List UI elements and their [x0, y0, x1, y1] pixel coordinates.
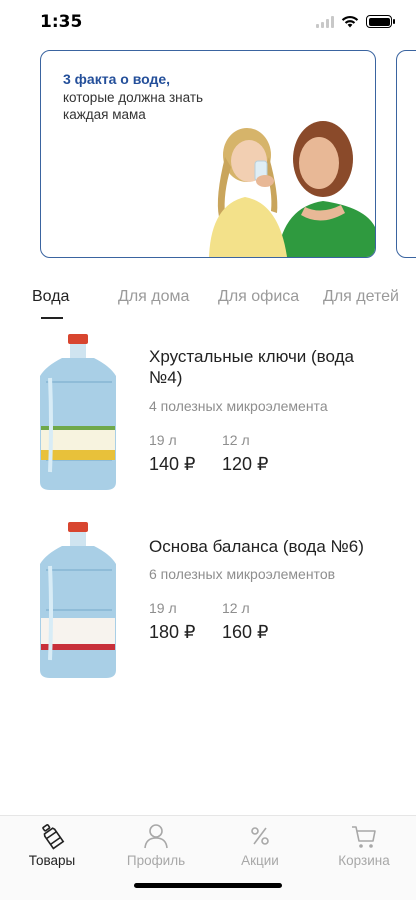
price-option[interactable]: 160 ₽ — [222, 622, 269, 643]
volume-option: 12 л — [222, 432, 250, 448]
tab-water[interactable]: Вода — [32, 288, 69, 306]
product-card[interactable]: Хрустальные ключи (вода №4) 4 полезных м… — [0, 332, 416, 502]
tab-for-kids[interactable]: Для детей — [323, 288, 399, 306]
nav-item-cart[interactable]: Корзина — [312, 822, 416, 868]
water-bottle-image — [40, 522, 116, 678]
nav-label: Товары — [28, 853, 76, 868]
nav-label: Акции — [241, 853, 279, 868]
home-indicator[interactable] — [134, 883, 282, 888]
status-icons — [316, 15, 395, 28]
nav-item-products[interactable]: Товары — [0, 822, 104, 868]
bottle-icon — [42, 824, 65, 850]
price-option[interactable]: 180 ₽ — [149, 622, 196, 643]
promo-banner[interactable]: 3 факта о воде, которые должна знать каж… — [40, 50, 376, 258]
next-banner-peek[interactable] — [396, 50, 416, 258]
status-bar: 1:35 — [0, 0, 416, 46]
active-tab-indicator — [41, 317, 63, 319]
nav-item-profile[interactable]: Профиль — [104, 822, 208, 868]
volume-option: 19 л — [149, 432, 177, 448]
tab-for-office[interactable]: Для офиса — [218, 288, 299, 306]
price-option[interactable]: 120 ₽ — [222, 454, 269, 475]
category-tabs: Вода Для дома Для офиса Для детей — [0, 282, 416, 322]
volume-option: 12 л — [222, 600, 250, 616]
banner-mother-child-image — [209, 121, 375, 257]
tab-for-home[interactable]: Для дома — [118, 288, 189, 306]
banner-title: 3 факта о воде, — [63, 71, 171, 87]
product-name: Хрустальные ключи (вода №4) — [149, 347, 354, 387]
battery-icon — [366, 15, 395, 28]
volume-option: 19 л — [149, 600, 177, 616]
cellular-signal-icon — [316, 15, 334, 28]
nav-label: Корзина — [338, 853, 390, 868]
nav-label: Профиль — [126, 853, 186, 868]
status-time: 1:35 — [40, 12, 83, 32]
wifi-icon — [341, 15, 359, 28]
product-description: 4 полезных микроэлемента — [149, 398, 328, 414]
percent-icon — [251, 827, 269, 845]
person-icon — [144, 824, 168, 849]
product-card[interactable]: Основа баланса (вода №6) 6 полезных микр… — [0, 520, 416, 690]
price-option[interactable]: 140 ₽ — [149, 454, 196, 475]
product-description: 6 полезных микроэлементов — [149, 566, 336, 582]
cart-icon — [352, 826, 376, 848]
water-bottle-image — [40, 334, 116, 490]
product-name: Основа баланса (вода №6) — [149, 537, 364, 556]
nav-item-promotions[interactable]: Акции — [208, 822, 312, 868]
